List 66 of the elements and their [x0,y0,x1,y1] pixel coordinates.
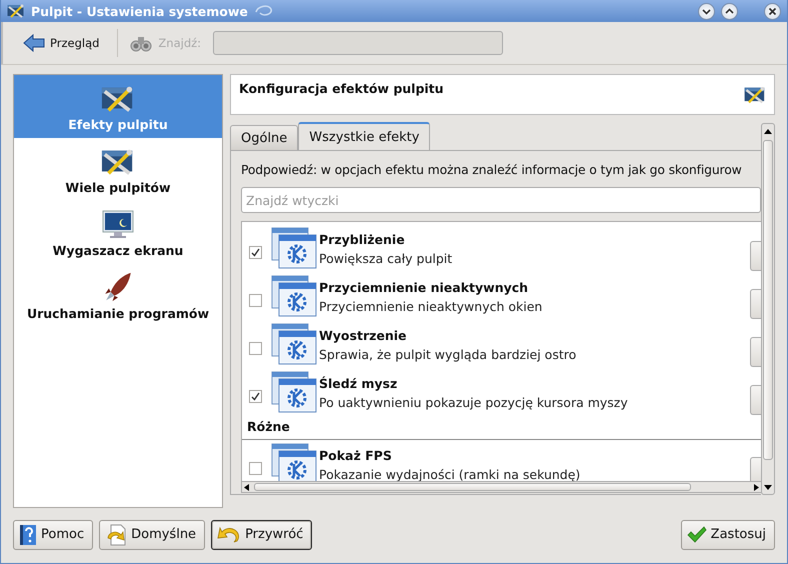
binoculars-icon [130,34,152,52]
close-button[interactable] [764,2,781,20]
defaults-button[interactable]: Domyślne [99,520,206,550]
chevron-up-icon [725,6,734,16]
search-field[interactable] [213,31,504,55]
configure-button[interactable] [750,457,761,481]
sidebar-item[interactable]: Wygaszacz ekranu [14,201,222,264]
arrow-left-icon [23,34,45,52]
apply-button[interactable]: Zastosuj [680,520,775,550]
window-gear-icon [271,443,317,481]
group-heading: Różne [247,419,290,434]
checkbox[interactable] [249,246,262,259]
document-undo-icon [105,524,128,546]
vertical-scrollbar[interactable] [761,123,775,495]
close-icon [768,6,777,16]
reset-button[interactable]: Przywróć [211,520,312,550]
swirl-icon [254,4,274,18]
help-button[interactable]: Pomoc [13,520,94,550]
window-title: Pulpit - Ustawienia systemowe [31,4,248,18]
effect-name: Śledź mysz [319,376,398,391]
window-gear-icon [271,227,317,269]
horizontal-scrollbar[interactable] [242,481,761,492]
checkbox[interactable] [249,342,262,355]
monitor-moon-icon [102,210,134,240]
checkbox[interactable] [249,462,262,475]
effect-description: Sprawia, że pulpit wygląda bardziej ostro [319,347,576,362]
configure-button[interactable] [750,241,761,271]
desktop-tools-icon [101,84,135,114]
effect-name: Przybliżenie [319,232,406,247]
configure-button[interactable] [750,337,761,367]
chevron-down-icon [702,6,711,16]
window-gear-icon [271,275,317,317]
tools-icon [7,3,25,19]
sidebar-item[interactable]: Wiele pulpitów [14,138,222,201]
scroll-right-icon [753,484,759,490]
configure-button[interactable] [750,385,761,415]
desktop-tools-icon [744,85,766,105]
effect-name: Wyostrzenie [319,328,408,343]
scroll-left-icon [244,484,250,490]
checkbox[interactable] [249,294,262,307]
effect-description: Powiększa cały pulpit [319,251,452,266]
help-book-icon [19,524,37,546]
checkmark-icon [686,526,707,544]
effect-description: Przyciemnienie nieaktywnych okien [319,299,542,314]
scroll-up-icon [764,128,772,134]
effect-name: Pokaż FPS [319,448,393,463]
tab[interactable]: Ogólne [230,125,298,150]
sidebar-item[interactable]: Efekty pulpitu [14,75,222,138]
window-gear-icon [271,371,317,413]
tab[interactable]: Wszystkie efekty [298,122,430,150]
overview-button[interactable]: Przegląd [21,30,106,56]
filter-field[interactable]: Znajdź wtyczki [241,187,761,213]
checkbox[interactable] [249,390,262,403]
undo-icon [217,524,242,544]
window-gear-icon [271,323,317,365]
effect-name: Przyciemnienie nieaktywnych [319,280,530,295]
configure-button[interactable] [750,289,761,319]
scroll-down-icon [764,484,772,490]
panel-title: Konfiguracja efektów pulpitu [239,81,444,98]
effect-description: Po uaktywnieniu pokazuje pozycję kursora myszy [319,395,628,410]
hint-text: Podpowiedź: w opcjach efektu można znaleźć informacje o tym jak go skonfigurow [241,162,743,179]
search-label: Znajdź: [158,36,202,50]
maximize-button[interactable] [721,2,738,20]
desktop-tools-icon [101,147,135,177]
sidebar-item[interactable]: Uruchamianie programów [14,264,222,327]
minimize-button[interactable] [698,2,715,20]
